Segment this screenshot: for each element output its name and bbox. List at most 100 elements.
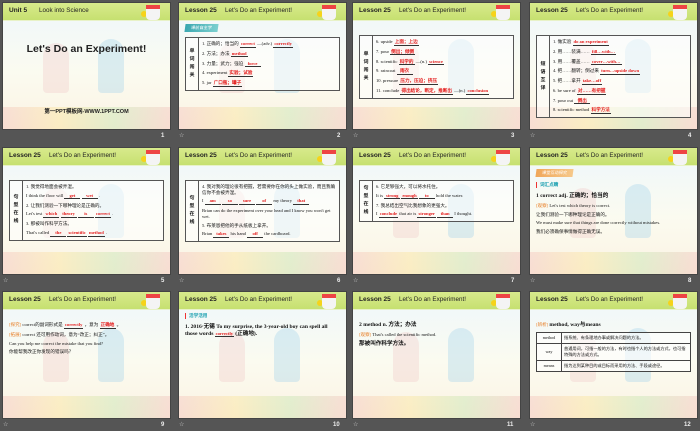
slide-thumbnail[interactable]: Lesson 25 Let's Do an Experiment! [辨析] met…	[530, 292, 697, 418]
header-label: Lesson 25	[536, 7, 568, 14]
text-line: 8. scientific 科学的 —(n.) science	[376, 59, 510, 66]
slide-body: [辨析] method, way与means method 指系统、有条理地办事或…	[536, 322, 691, 414]
header-title: Let's Do an Experiment!	[225, 296, 293, 303]
slide-thumbnail[interactable]: Lesson 25 Let's Do an Experiment! 活学活用 1. 2…	[179, 292, 346, 418]
answer-blank: conclude	[378, 211, 399, 218]
slide-thumbnail[interactable]: Lesson 25 Let's Do an Experiment! 句型在线 1. 我…	[3, 148, 170, 274]
table-label-char: 互	[540, 77, 546, 83]
line-text: 7. pour	[376, 48, 390, 54]
line-text: 10. pressure	[376, 78, 399, 84]
answer-blank: enough	[401, 192, 418, 200]
line-text: 你能帮我改正你发现的错误吗？	[9, 349, 74, 355]
animation-star-icon[interactable]: ☆	[353, 132, 358, 139]
text-line: 7. pour out 倒出	[553, 98, 687, 105]
slide-number: 2	[337, 133, 341, 139]
animation-star-icon[interactable]: ☆	[3, 277, 8, 284]
text-line: 我们必须确保事情做得正确无误。	[536, 229, 691, 235]
text-line: 7. 我总结出空气比我想象的更强大。	[376, 203, 510, 209]
text-line: I think the floor will get wet .	[26, 193, 160, 200]
text-line: 11. conclude 得出结论，断定，推断出 —(n.) conclusio…	[376, 88, 510, 95]
text-line: 你能帮我改正你发现的错误吗？	[9, 349, 164, 355]
slide-thumbnail[interactable]: Lesson 25 Let's Do an Experiment! [探究] cor…	[3, 292, 170, 418]
table-label-char: 闯	[189, 64, 195, 70]
table-label: 单词闯关	[186, 38, 199, 90]
slide-number: 1	[161, 133, 165, 139]
line-text: I think the floor will	[26, 192, 64, 198]
slide-number: 7	[511, 278, 515, 284]
slide-number: 6	[337, 278, 341, 284]
text-line: 6. 它足够强大，可以将水托住。	[376, 184, 510, 190]
text-line: That's called the scientific method .	[26, 230, 160, 237]
answer-blank: that	[293, 198, 310, 205]
animation-star-icon[interactable]: ☆	[530, 277, 535, 284]
header-title: Let's Do an Experiment!	[399, 152, 467, 159]
line-text: That's called	[26, 229, 50, 235]
exercise-table: 句型在线 6. 它足够强大，可以将水托住。 It is strong enough…	[359, 180, 514, 223]
line-text: 1. 正确的；恰当的	[202, 41, 239, 46]
bold-text: (正确地).	[235, 330, 258, 337]
exercise-table: 短语互译 1. 做实验 do an experiment 2. 用……装满…… f…	[536, 35, 691, 119]
answer-blank: stronger	[417, 211, 436, 218]
animation-star-icon[interactable]: ☆	[179, 421, 184, 428]
animation-star-icon[interactable]: ☆	[530, 132, 535, 139]
animation-star-icon[interactable]: ☆	[530, 421, 535, 428]
line-text: 5. 布莱恩把他的手从纸板上拿开。	[202, 222, 271, 228]
slide-number: 4	[688, 133, 692, 139]
animation-star-icon[interactable]: ☆	[179, 277, 184, 284]
table-content: 1. 做实验 do an experiment 2. 用……装满…… fill……	[550, 36, 690, 117]
answer-blank: science	[428, 58, 445, 66]
text-line: 5. jar 广口瓶；罐子	[202, 80, 336, 87]
answer-blank: 雨衣	[396, 68, 413, 75]
answer-blank: take…off	[581, 78, 603, 85]
line-text: 11. conclude	[376, 87, 400, 93]
header-label: Lesson 25	[9, 296, 41, 303]
answer-blank: the	[50, 230, 67, 237]
table-label-char: 闯	[363, 67, 369, 73]
slide-thumbnail[interactable]: Lesson 25 Let's Do an Experiment! 句型在线 4. 我…	[179, 148, 346, 274]
answer-blank: correct	[94, 211, 111, 218]
line-text: 7. pour out	[553, 97, 574, 103]
table-content: 6. 它足够强大，可以将水托住。 It is strong enough to …	[373, 181, 513, 221]
table-label: 短语互译	[537, 36, 550, 118]
exercise-table: 单词闯关 6. upside 上面；上边 7. pour 倒出；倾倒 8. sci…	[359, 35, 514, 99]
bracket-label: [辨析]	[536, 322, 549, 327]
header-label: Lesson 25	[359, 7, 391, 14]
answer-blank: which	[43, 211, 60, 218]
line-text: .	[105, 229, 108, 235]
slide-thumbnail[interactable]: Lesson 25 Let's Do an Experiment! 2 method…	[353, 292, 520, 418]
animation-star-icon[interactable]: ☆	[179, 132, 184, 139]
line-text: 3. 力量；武力；强迫	[202, 60, 244, 66]
slide-thumbnail[interactable]: Lesson 25 Let's Do an Experiment! 课前自主学单词闯…	[179, 3, 346, 129]
table-label-char: 译	[540, 85, 546, 91]
line-text: 让我们测验一下哪种理论是正确的。	[536, 211, 610, 217]
slide-thumbnail[interactable]: Lesson 25 Let's Do an Experiment! 课堂互动探究 词汇…	[530, 148, 697, 274]
answer-blank: 压力，压迫；挤压	[399, 78, 439, 85]
pot-icon	[146, 5, 160, 20]
line-text: that air is	[399, 211, 417, 217]
slide-body: 活学活用 1. 2016·无锡 To my surprise, the 3-yea…	[185, 313, 340, 414]
header-label: Lesson 25	[359, 152, 391, 159]
table-label-char: 在	[189, 212, 195, 218]
slide-thumbnail[interactable]: Lesson 25 Let's Do an Experiment! 短语互译 1. 做…	[530, 3, 697, 129]
answer-blank: 实验；试验	[228, 70, 254, 77]
answer-blank: of	[256, 198, 273, 205]
text-line: We must make sure that things are done c…	[536, 220, 691, 226]
slide-thumbnail[interactable]: Lesson 25 Let's Do an Experiment! 句型在线 6. 它…	[353, 148, 520, 274]
line-text: 6. be sure of	[553, 87, 576, 93]
line-text: .	[112, 211, 114, 217]
header-label: Lesson 25	[536, 296, 568, 303]
text-line: Brian can do the experiment over your he…	[202, 208, 336, 219]
line-text: correct 还可用作动词，意为“改正；纠正”。	[22, 331, 110, 337]
bold-text: 2 method n. 方法；办法	[359, 322, 417, 328]
header-label: Unit 5	[9, 7, 28, 14]
animation-star-icon[interactable]: ☆	[353, 421, 358, 428]
answer-blank: theory	[60, 211, 77, 218]
slide-thumbnail[interactable]: Unit 5 Look into Science Let's Do an Exper…	[3, 3, 170, 129]
answer-blank: cover…with…	[590, 58, 622, 66]
animation-star-icon[interactable]: ☆	[353, 277, 358, 284]
animation-star-icon[interactable]: ☆	[3, 421, 8, 428]
text-line: 8. scientific method 科学方法	[553, 107, 687, 115]
text-line: [辨析] method, way与means	[536, 322, 691, 329]
line-text: 4. experiment	[202, 70, 228, 76]
slide-thumbnail[interactable]: Lesson 25 Let's Do an Experiment! 单词闯关 6. u…	[353, 3, 520, 129]
